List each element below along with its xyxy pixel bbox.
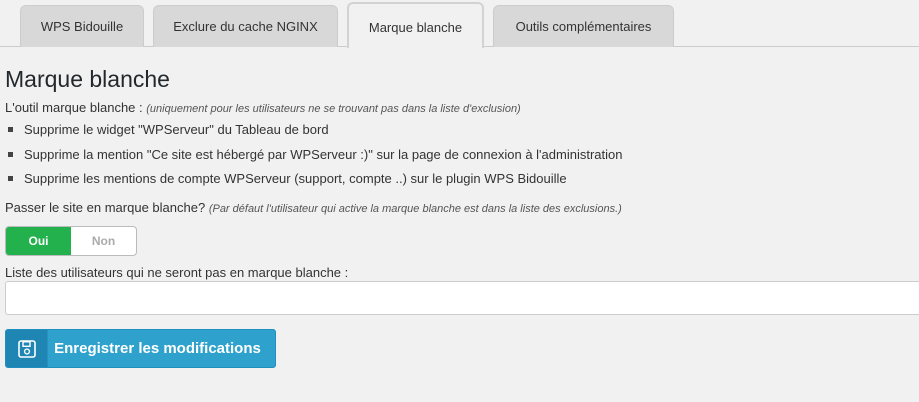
list-item: Supprime la mention "Ce site est hébergé… <box>5 146 622 171</box>
intro-note: (uniquement pour les utilisateurs ne se … <box>146 103 521 115</box>
bullet-icon <box>8 176 13 181</box>
feature-text: Supprime le widget "WPServeur" du Tablea… <box>24 122 329 137</box>
tab-exclure-cache-nginx[interactable]: Exclure du cache NGINX <box>153 5 338 47</box>
exclusion-list-label: Liste des utilisateurs qui ne seront pas… <box>5 265 349 280</box>
list-item: Supprime les mentions de compte WPServeu… <box>5 170 622 195</box>
feature-text: Supprime les mentions de compte WPServeu… <box>24 171 567 186</box>
exclusion-list-input[interactable] <box>5 281 919 315</box>
floppy-disk-icon <box>6 330 48 367</box>
whitelabel-question: Passer le site en marque blanche? (Par d… <box>5 200 622 215</box>
feature-text: Supprime la mention "Ce site est hébergé… <box>24 146 623 162</box>
tab-marque-blanche[interactable]: Marque blanche <box>347 2 484 48</box>
tab-wps-bidouille[interactable]: WPS Bidouille <box>20 5 144 47</box>
toggle-option-oui[interactable]: Oui <box>6 227 71 255</box>
tab-outils-complementaires[interactable]: Outils complémentaires <box>493 5 674 47</box>
question-label: Passer le site en marque blanche? <box>5 200 206 215</box>
question-note: (Par défaut l'utilisateur qui active la … <box>208 203 622 215</box>
page-title: Marque blanche <box>5 66 170 92</box>
save-button[interactable]: Enregistrer les modifications <box>5 329 276 368</box>
intro-label: L'outil marque blanche : <box>5 100 143 115</box>
whitelabel-toggle[interactable]: Oui Non <box>5 226 137 256</box>
bullet-icon <box>8 127 13 132</box>
toggle-option-non[interactable]: Non <box>71 227 136 255</box>
intro-text: L'outil marque blanche : (uniquement pou… <box>5 100 521 115</box>
list-item: Supprime le widget "WPServeur" du Tablea… <box>5 121 622 146</box>
tab-bar: WPS Bidouille Exclure du cache NGINX Mar… <box>0 0 919 48</box>
feature-list: Supprime le widget "WPServeur" du Tablea… <box>5 121 622 195</box>
bullet-icon <box>8 151 13 157</box>
save-button-label: Enregistrer les modifications <box>54 340 261 357</box>
